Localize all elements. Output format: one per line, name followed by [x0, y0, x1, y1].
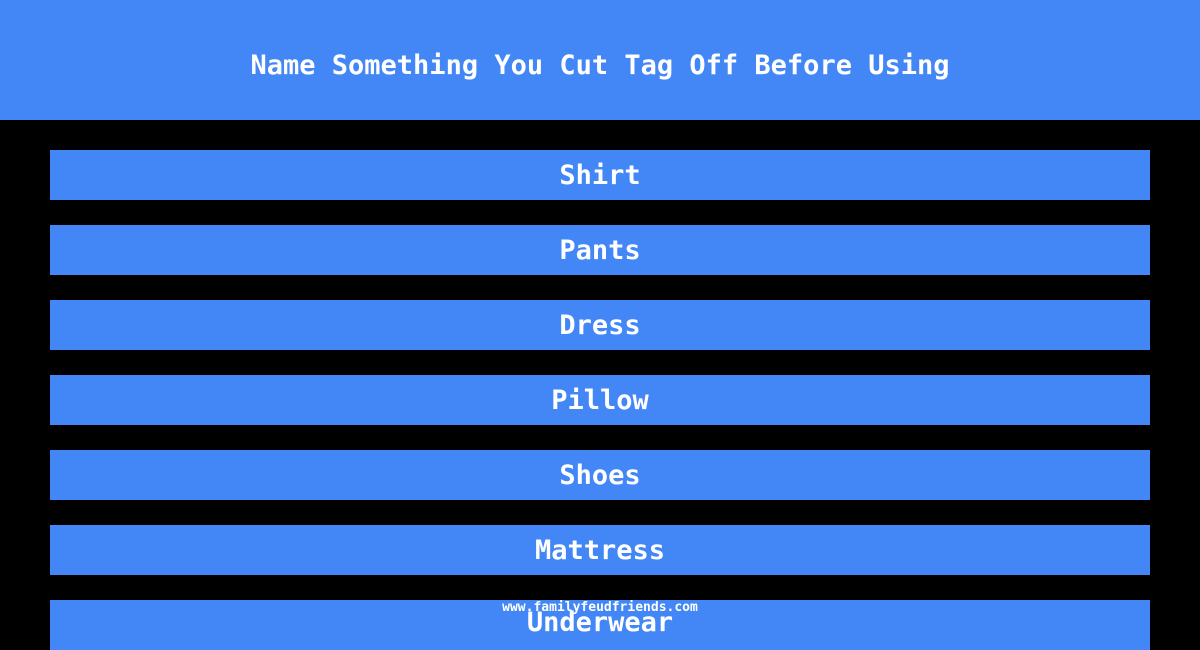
answer-bar: Dress [50, 300, 1150, 350]
answer-label: Mattress [534, 534, 666, 566]
answer-label: Shoes [559, 459, 641, 491]
answer-bar: Mattress [50, 525, 1150, 575]
answer-bar: Pants [50, 225, 1150, 275]
question-header: Name Something You Cut Tag Off Before Us… [0, 0, 1200, 120]
site-watermark: www.familyfeudfriends.com [502, 600, 698, 615]
answer-bar: Shirt [50, 150, 1150, 200]
answer-label: Shirt [559, 159, 641, 191]
answer-label: Pants [559, 234, 641, 266]
answer-bar: Shoes [50, 450, 1150, 500]
answer-bar: Pillow [50, 375, 1150, 425]
answer-label: Pillow [551, 384, 649, 416]
question-title: Name Something You Cut Tag Off Before Us… [250, 49, 950, 81]
answer-label: Dress [559, 309, 641, 341]
